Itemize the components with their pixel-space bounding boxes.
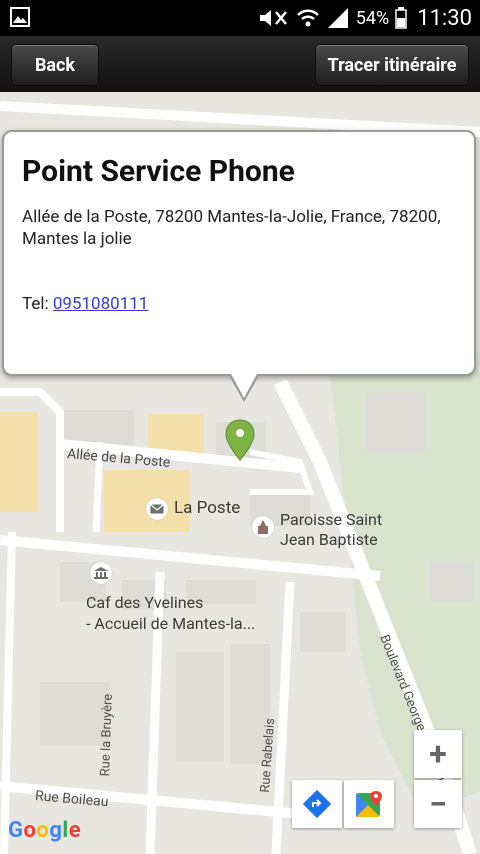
phone-label: Tel: xyxy=(22,294,49,314)
mute-icon xyxy=(259,10,287,26)
clock: 11:30 xyxy=(417,5,472,31)
google-maps-icon xyxy=(356,791,382,817)
directions-button[interactable] xyxy=(292,780,342,828)
open-in-maps-button[interactable] xyxy=(344,780,394,828)
status-bar: 54% 11:30 xyxy=(0,0,480,36)
place-address: Allée de la Poste, 78200 Mantes-la-Jolie… xyxy=(22,207,441,249)
poi-caf-label: Caf des Yvelines - Accueil de Mantes-la.… xyxy=(86,592,255,634)
place-phone: Tel: 0951080111 xyxy=(22,294,148,314)
battery-percent: 54% xyxy=(355,7,390,29)
poi-caf[interactable] xyxy=(90,562,112,584)
poi-label-line1: Caf des Yvelines xyxy=(86,593,204,612)
place-title: Point Service Phone xyxy=(22,154,295,189)
zoom-in-button[interactable]: + xyxy=(414,730,462,778)
info-window: Point Service Phone Allée de la Poste, 7… xyxy=(2,130,476,402)
google-logo: Google xyxy=(8,818,82,843)
route-button[interactable]: Tracer itinéraire xyxy=(315,44,469,86)
poi-label-line1: Paroisse Saint xyxy=(280,510,383,529)
signal-icon xyxy=(327,8,348,28)
map-view[interactable]: Allée de la Poste Rue la Bruyère Rue Rab… xyxy=(0,92,480,854)
phone-link[interactable]: 0951080111 xyxy=(53,294,149,314)
zoom-out-button[interactable]: − xyxy=(414,780,462,828)
directions-icon xyxy=(303,790,331,818)
plus-icon: + xyxy=(429,735,447,773)
battery-icon xyxy=(395,7,407,29)
church-icon xyxy=(252,516,274,538)
poi-label-line2: - Accueil de Mantes-la... xyxy=(86,614,256,633)
back-button[interactable]: Back xyxy=(11,44,99,86)
government-building-icon xyxy=(90,562,112,584)
street-label-rue-bruyere: Rue la Bruyère xyxy=(97,693,116,777)
poi-paroisse[interactable]: Paroisse Saint Jean Baptiste xyxy=(252,510,382,550)
toolbar: Back Tracer itinéraire xyxy=(0,36,480,93)
poi-la-poste[interactable]: La Poste xyxy=(146,498,240,520)
wifi-icon xyxy=(296,9,319,27)
minus-icon: − xyxy=(429,785,447,823)
poi-label-line2: Jean Baptiste xyxy=(280,530,378,549)
mail-icon xyxy=(146,498,168,520)
poi-label: La Poste xyxy=(174,498,241,518)
gallery-notification-icon xyxy=(10,7,30,27)
